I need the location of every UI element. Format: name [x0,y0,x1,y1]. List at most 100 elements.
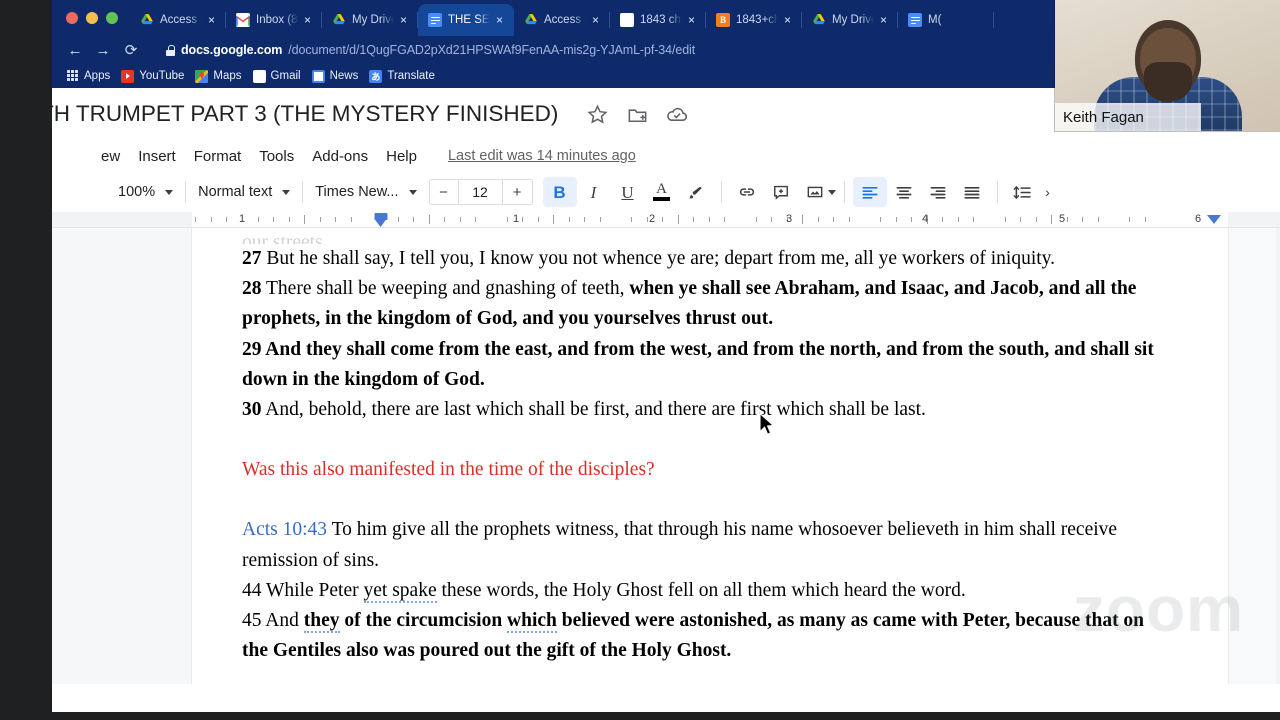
verse-number: 29 [242,338,262,360]
bookmark-news[interactable]: News [310,69,368,83]
align-center-button[interactable] [887,177,921,207]
add-comment-icon[interactable] [764,177,798,207]
align-left-button[interactable] [852,177,887,207]
last-edit-status[interactable]: Last edit was 14 minutes ago [448,148,636,164]
underline-button[interactable]: U [611,177,645,207]
italic-label: I [590,182,597,202]
youtube-icon [121,69,135,83]
browser-tab-title: M( [928,14,942,26]
cloud-saved-icon[interactable] [664,101,690,127]
close-tab-icon[interactable]: × [880,14,892,26]
close-tab-icon[interactable]: × [688,14,700,26]
apps-grid-icon [66,69,79,83]
browser-tab[interactable]: Inbox (8,834 × [226,4,322,36]
window-traffic-lights [58,0,130,36]
spellcheck-underlined-text: yet spake [363,579,437,603]
google-drive-icon [812,13,826,27]
ruler-tick [646,217,648,222]
verse-paragraph: 44 While Peter yet spake these words, th… [242,576,1162,606]
bold-button[interactable]: B [542,177,577,207]
menu-item-tools[interactable]: Tools [250,145,303,168]
clipped-previous-line: our streets. [242,232,328,244]
ruler-tick [568,217,570,222]
ruler-tick [304,215,306,224]
document-page[interactable]: our streets. 27 But he shall say, I tell… [192,228,1228,684]
bookmark-gmail[interactable]: M Gmail [251,69,310,83]
document-canvas: our streets. 27 But he shall say, I tell… [52,228,1280,684]
decrease-font-size-button[interactable]: − [428,179,459,205]
ruler-tick [895,217,897,222]
ruler-tick [771,217,773,222]
google-drive-icon [332,13,346,27]
close-tab-icon[interactable]: × [496,14,508,26]
question-text: Was this also manifested in the time of … [242,459,655,481]
star-icon[interactable] [584,101,610,127]
menu-item-format[interactable]: Format [185,145,251,168]
highlighter-icon[interactable] [679,177,713,207]
ruler-tick [1020,217,1022,222]
close-tab-icon[interactable]: × [784,14,796,26]
text-color-button[interactable]: A [645,177,679,207]
align-justify-button[interactable] [955,177,989,207]
link-icon[interactable] [730,177,764,207]
browser-tab-active[interactable]: THE SEVENT × [418,4,514,36]
text-run: these words, the Holy Ghost fell on all … [436,579,966,601]
browser-tab[interactable]: My Drive - G × [322,4,418,36]
vertical-scrollbar[interactable] [1276,228,1280,684]
move-to-folder-icon[interactable] [624,101,650,127]
close-window-button[interactable] [66,12,78,24]
bookmark-maps[interactable]: Maps [193,69,250,83]
forward-icon[interactable]: → [90,38,116,62]
ruler-tick [1004,217,1006,222]
minimize-window-button[interactable] [86,12,98,24]
menu-item-help[interactable]: Help [377,145,426,168]
document-text-body[interactable]: our streets. 27 But he shall say, I tell… [192,228,1228,666]
browser-tab[interactable]: B 1843+chart × [706,4,802,36]
text-run: And, behold, there are last which shall … [261,399,926,421]
menu-item-add-ons[interactable]: Add-ons [303,145,377,168]
document-title-actions [584,101,690,127]
spellcheck-underlined-text: they [303,610,340,634]
menu-item-insert[interactable]: Insert [129,145,185,168]
maximize-window-button[interactable] [106,12,118,24]
align-right-button[interactable] [921,177,955,207]
browser-tab[interactable]: M( [898,4,994,36]
increase-font-size-button[interactable]: + [502,179,533,205]
verse-number: 44 [242,579,262,601]
zoom-level-dropdown[interactable]: 100% [114,184,177,200]
bookmark-label: Apps [84,70,111,82]
more-toolbar-options-icon[interactable]: › [1040,177,1056,207]
left-indent-marker[interactable] [374,212,388,227]
back-icon[interactable]: ← [62,38,88,62]
screen: Access Deni×Inbox (8,834×My Drive - G×TH… [0,0,1280,720]
browser-tab[interactable]: Access Deni × [514,4,610,36]
bookmark-label: YouTube [139,70,185,82]
close-tab-icon[interactable]: × [304,14,316,26]
bookmark-apps[interactable]: Apps [64,69,119,83]
browser-tab[interactable]: My Drive - G × [802,4,898,36]
toolbar-divider [996,181,998,203]
browser-tab[interactable]: G 1843 chart × [610,4,706,36]
webcam-video-overlay[interactable]: Keith Fagan [1055,0,1280,131]
close-tab-icon[interactable]: × [208,14,220,26]
google-maps-icon [195,69,209,83]
insert-image-icon[interactable] [798,177,832,207]
line-spacing-icon[interactable] [1006,177,1040,207]
bookmark-translate[interactable]: あ Translate [367,69,444,83]
font-size-input[interactable]: 12 [458,179,503,205]
ruler-tick [553,215,555,224]
right-indent-marker[interactable] [1207,215,1221,224]
paragraph-style-dropdown[interactable]: Normal text [194,184,294,200]
document-ruler[interactable]: 1 1 2 3 4 5 6 [52,212,1280,228]
bookmark-youtube[interactable]: YouTube [119,69,193,83]
close-tab-icon[interactable]: × [592,14,604,26]
italic-button[interactable]: I [577,177,611,207]
verse-paragraph: 28 There shall be weeping and gnashing o… [242,274,1162,334]
menu-item-ew[interactable]: ew [92,145,129,168]
close-tab-icon[interactable]: × [400,14,412,26]
ruler-tick [599,217,601,222]
font-family-dropdown[interactable]: Times New... [311,184,420,200]
reload-icon[interactable]: ⟳ [118,38,144,62]
browser-tab[interactable]: Access Deni × [130,4,226,36]
page-title[interactable]: TH TRUMPET PART 3 (THE MYSTERY FINISHED) [52,101,558,127]
